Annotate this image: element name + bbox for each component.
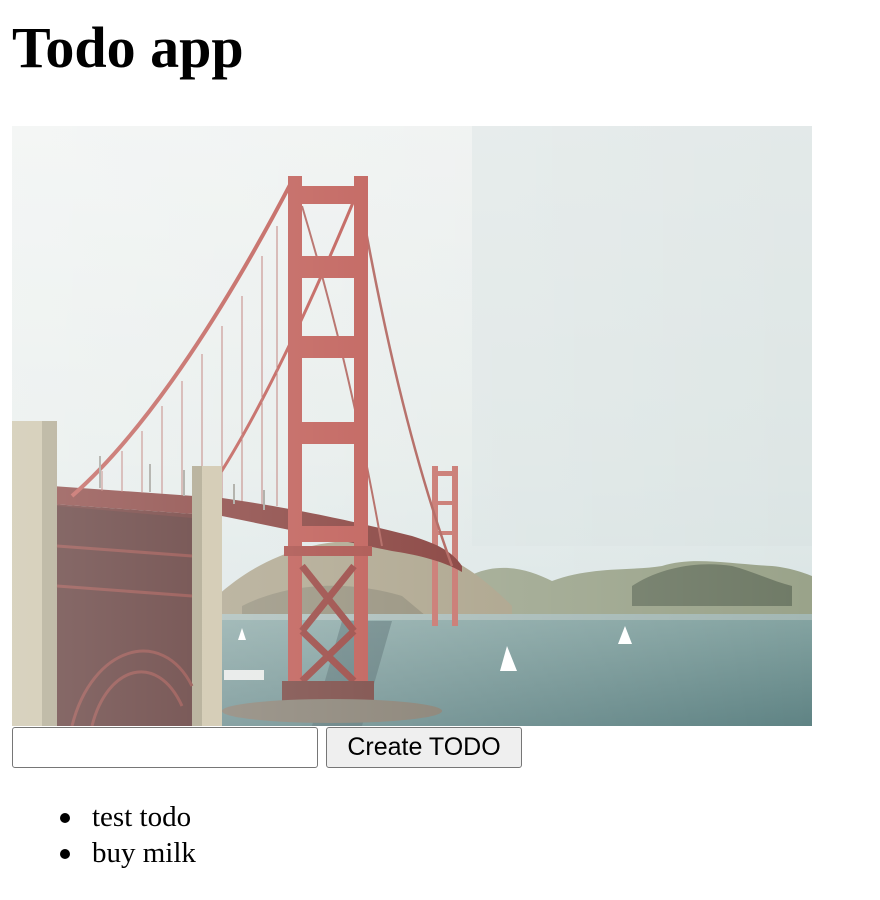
create-todo-button[interactable]: Create TODO	[326, 727, 522, 768]
todo-page: Todo app Create TODO test todo buy milk	[0, 0, 880, 900]
bullet-icon	[60, 813, 70, 823]
todo-list: test todo buy milk	[52, 799, 196, 871]
todo-input[interactable]	[12, 727, 318, 768]
page-title: Todo app	[12, 15, 244, 80]
golden-gate-bridge-image	[12, 126, 812, 726]
bullet-icon	[60, 849, 70, 859]
list-item: test todo	[60, 799, 196, 835]
todo-text: test todo	[92, 801, 192, 833]
list-item: buy milk	[60, 835, 196, 871]
todo-text: buy milk	[92, 837, 196, 869]
